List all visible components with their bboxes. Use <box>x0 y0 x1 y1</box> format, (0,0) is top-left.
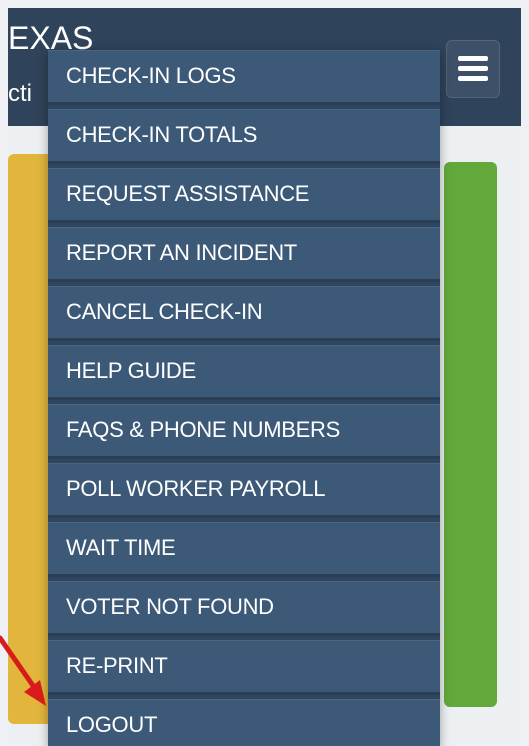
yellow-tile <box>8 154 52 724</box>
menu-item-label: CANCEL CHECK-IN <box>66 299 263 324</box>
menu-item-check-in-totals[interactable]: CHECK-IN TOTALS <box>48 109 440 164</box>
menu-item-label: HELP GUIDE <box>66 358 196 383</box>
menu-item-label: VOTER NOT FOUND <box>66 594 274 619</box>
hamburger-bar <box>458 56 488 61</box>
menu-item-report-an-incident[interactable]: REPORT AN INCIDENT <box>48 227 440 282</box>
menu-item-wait-time[interactable]: WAIT TIME <box>48 522 440 577</box>
menu-item-poll-worker-payroll[interactable]: POLL WORKER PAYROLL <box>48 463 440 518</box>
hamburger-bar <box>458 66 488 71</box>
green-tile <box>444 162 497 707</box>
menu-item-help-guide[interactable]: HELP GUIDE <box>48 345 440 400</box>
header-subtitle: cti <box>8 80 32 107</box>
menu-item-voter-not-found[interactable]: VOTER NOT FOUND <box>48 581 440 636</box>
menu-item-faqs-phone-numbers[interactable]: FAQS & PHONE NUMBERS <box>48 404 440 459</box>
menu-item-check-in-logs[interactable]: CHECK-IN LOGS <box>48 50 440 105</box>
menu-item-logout[interactable]: LOGOUT <box>48 699 440 746</box>
menu-item-label: RE-PRINT <box>66 653 168 678</box>
menu-item-label: POLL WORKER PAYROLL <box>66 476 326 501</box>
menu-item-label: WAIT TIME <box>66 535 176 560</box>
menu-item-re-print[interactable]: RE-PRINT <box>48 640 440 695</box>
menu-item-label: CHECK-IN LOGS <box>66 63 236 88</box>
menu-item-label: CHECK-IN TOTALS <box>66 122 258 147</box>
hamburger-menu-icon[interactable] <box>446 40 500 98</box>
menu-item-label: REPORT AN INCIDENT <box>66 240 297 265</box>
menu-item-request-assistance[interactable]: REQUEST ASSISTANCE <box>48 168 440 223</box>
hamburger-bar <box>458 76 488 81</box>
menu-item-label: REQUEST ASSISTANCE <box>66 181 310 206</box>
app-screen: EXAS cti CHECK-IN LOGS CHECK-IN TOTALS R… <box>8 8 521 746</box>
menu-item-label: LOGOUT <box>66 712 158 737</box>
menu-item-label: FAQS & PHONE NUMBERS <box>66 417 340 442</box>
menu-item-cancel-check-in[interactable]: CANCEL CHECK-IN <box>48 286 440 341</box>
dropdown-menu: CHECK-IN LOGS CHECK-IN TOTALS REQUEST AS… <box>48 50 440 746</box>
